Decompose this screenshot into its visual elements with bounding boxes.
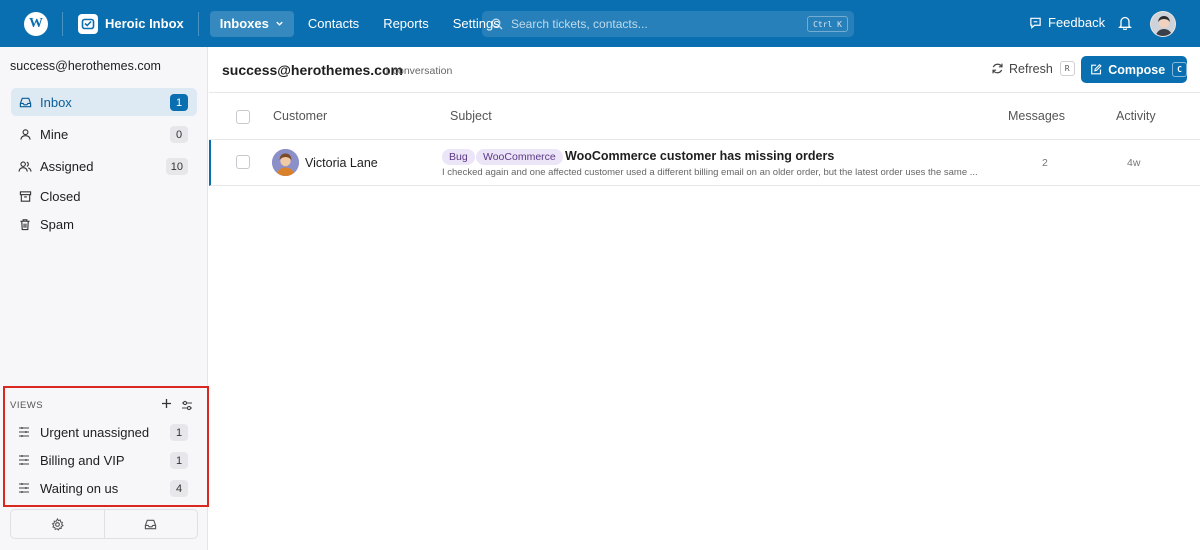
refresh-icon <box>992 63 1003 74</box>
compose-shortcut-badge: C <box>1172 62 1187 77</box>
view-item-billing-and-vip[interactable]: Billing and VIP 1 <box>11 448 197 472</box>
count-badge: 4 <box>170 480 188 497</box>
view-item-label: Urgent unassigned <box>40 424 150 440</box>
sidebar-item-closed[interactable]: Closed <box>11 182 197 210</box>
refresh-label: Refresh <box>1009 61 1053 76</box>
sidebar-item-assigned[interactable]: Assigned 10 <box>11 152 197 180</box>
sliders-icon <box>182 400 192 411</box>
list-header: success@herothemes.com 1 conversation Re… <box>209 47 1200 93</box>
customer-name: Victoria Lane <box>305 156 378 170</box>
count-badge: 10 <box>165 158 188 175</box>
tag-woocommerce: WooCommerce <box>476 149 563 165</box>
tag-bug: Bug <box>442 149 475 165</box>
sidebar-item-label: Assigned <box>40 158 94 174</box>
count-badge: 0 <box>170 126 188 143</box>
user-icon <box>18 127 32 141</box>
sidebar-item-spam[interactable]: Spam <box>11 210 197 238</box>
sidebar-item-label: Mine <box>40 126 69 142</box>
compose-button[interactable]: Compose C <box>1081 56 1187 83</box>
heroic-inbox-logo-icon <box>78 13 98 34</box>
select-all-checkbox[interactable] <box>236 110 250 124</box>
nav-reports[interactable]: Reports <box>373 11 439 37</box>
conversation-preview: I checked again and one affected custome… <box>442 167 978 178</box>
inbox-icon <box>18 95 32 109</box>
customer-avatar <box>272 149 299 176</box>
feedback-button[interactable]: Feedback <box>1029 15 1105 30</box>
conversation-subject: WooCommerce customer has missing orders <box>565 149 835 163</box>
nav-inboxes[interactable]: Inboxes <box>209 10 294 37</box>
nav-label: Inboxes <box>219 16 269 31</box>
conversation-list-panel: success@herothemes.com 1 conversation Re… <box>209 47 1200 550</box>
sidebar-item-label: Spam <box>40 216 74 232</box>
compose-icon <box>1091 63 1102 75</box>
sidebar-item-label: Closed <box>40 188 81 204</box>
manage-views-button[interactable] <box>181 399 193 414</box>
count-badge: 1 <box>170 424 188 441</box>
user-avatar[interactable] <box>1150 11 1176 37</box>
filter-list-icon <box>19 455 29 465</box>
bell-icon <box>1118 16 1132 31</box>
mailbox-title: success@herothemes.com <box>222 62 403 78</box>
view-item-waiting-on-us[interactable]: Waiting on us 4 <box>11 476 197 500</box>
last-activity: 4w <box>1127 157 1141 169</box>
sidebar-item-mine[interactable]: Mine 0 <box>11 120 197 148</box>
view-item-label: Waiting on us <box>40 480 119 496</box>
column-header-messages[interactable]: Messages <box>1008 109 1065 123</box>
divider <box>197 11 199 36</box>
count-badge: 1 <box>170 452 188 469</box>
table-row[interactable]: Victoria Lane Bug WooCommerce WooCommerc… <box>209 140 1200 186</box>
conversation-count: 1 conversation <box>384 65 453 77</box>
users-icon <box>18 159 32 173</box>
switch-inbox-button[interactable] <box>103 510 198 538</box>
notifications-button[interactable] <box>1118 15 1132 33</box>
brand[interactable]: Heroic Inbox <box>78 13 184 34</box>
nav-contacts[interactable]: Contacts <box>298 11 369 37</box>
view-item-label: Billing and VIP <box>40 452 125 468</box>
brand-name: Heroic Inbox <box>105 16 184 31</box>
main-nav: Inboxes Contacts Reports Settings <box>209 10 514 37</box>
refresh-button[interactable]: Refresh R <box>991 61 1075 76</box>
filter-list-icon <box>19 483 29 493</box>
search-placeholder: Search tickets, contacts... <box>511 17 648 31</box>
trash-icon <box>18 217 32 231</box>
add-view-button[interactable] <box>161 396 172 412</box>
gear-icon <box>51 517 64 531</box>
filter-list-icon <box>19 427 29 437</box>
inbox-icon <box>145 519 157 529</box>
sidebar-mailbox-email: success@herothemes.com <box>10 59 161 73</box>
chevron-down-icon <box>276 21 283 26</box>
divider <box>62 11 63 36</box>
sidebar-item-inbox[interactable]: Inbox 1 <box>11 88 197 116</box>
compose-label: Compose <box>1108 62 1166 77</box>
view-item-urgent-unassigned[interactable]: Urgent unassigned 1 <box>11 420 197 444</box>
sidebar-item-label: Inbox <box>40 94 72 110</box>
views-header: VIEWS <box>10 400 44 411</box>
column-header-customer[interactable]: Customer <box>273 109 327 123</box>
archive-icon <box>18 189 32 203</box>
search-input[interactable]: Search tickets, contacts... Ctrl K <box>482 11 854 37</box>
message-count: 2 <box>1042 157 1048 169</box>
feedback-icon <box>1030 17 1041 29</box>
table-header: Customer Subject Messages Activity <box>209 93 1200 140</box>
refresh-shortcut-badge: R <box>1059 61 1075 76</box>
row-checkbox[interactable] <box>236 155 250 169</box>
column-header-activity[interactable]: Activity <box>1116 109 1156 123</box>
sidebar-footer <box>10 509 198 539</box>
sidebar: success@herothemes.com Inbox 1 Mine 0 As… <box>0 47 209 550</box>
mailbox-settings-button[interactable] <box>11 510 104 538</box>
wordpress-logo-icon[interactable]: W <box>24 11 48 36</box>
search-icon <box>491 18 503 30</box>
feedback-label: Feedback <box>1048 15 1106 30</box>
top-bar: W Heroic Inbox Inboxes Contacts Reports … <box>0 0 1200 47</box>
count-badge: 1 <box>170 94 188 111</box>
column-header-subject[interactable]: Subject <box>450 109 492 123</box>
plus-icon <box>162 399 171 408</box>
search-shortcut-badge: Ctrl K <box>807 16 848 32</box>
nav-label: Reports <box>383 16 429 31</box>
nav-label: Contacts <box>307 16 360 31</box>
